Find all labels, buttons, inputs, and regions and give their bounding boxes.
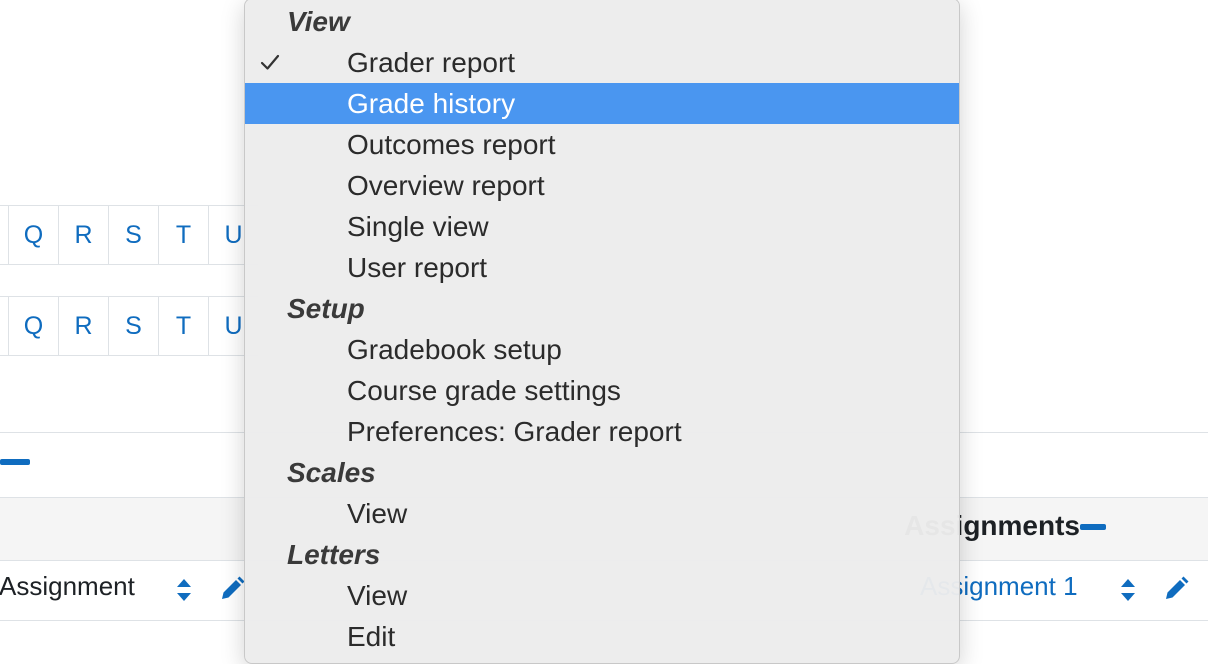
menu-item-label: Gradebook setup xyxy=(347,334,562,365)
menu-group-setup: Setup xyxy=(287,293,365,324)
initial-filter-s[interactable]: S xyxy=(108,297,158,355)
menu-item-label: Single view xyxy=(347,211,489,242)
menu-item-label: User report xyxy=(347,252,488,283)
menu-item-letters-view[interactable]: View xyxy=(245,575,959,616)
menu-item-label: Edit xyxy=(347,621,396,652)
sort-icon[interactable] xyxy=(1119,576,1137,604)
menu-item-single-view[interactable]: Single view xyxy=(245,206,959,247)
menu-item-user-report[interactable]: User report xyxy=(245,247,959,288)
menu-item-preferences-grader-report[interactable]: Preferences: Grader report xyxy=(245,411,959,452)
menu-item-label: Overview report xyxy=(347,170,545,201)
menu-group-view: View xyxy=(287,6,350,37)
menu-item-label: View xyxy=(347,580,408,611)
menu-item-scales-view[interactable]: View xyxy=(245,493,959,534)
category-collapse-toggle[interactable] xyxy=(1080,524,1106,530)
edit-pencil-icon[interactable] xyxy=(1162,575,1190,603)
grade-item-header-left[interactable]: : Assignment xyxy=(0,571,135,602)
menu-list: View Grader report Grade history Outcome… xyxy=(245,1,959,657)
menu-item-gradebook-setup[interactable]: Gradebook setup xyxy=(245,329,959,370)
initial-filter-t[interactable]: T xyxy=(158,206,208,264)
menu-item-label: Outcomes report xyxy=(347,129,556,160)
menu-item-overview-report[interactable]: Overview report xyxy=(245,165,959,206)
initial-filter-r[interactable]: R xyxy=(58,206,108,264)
initial-filter-q[interactable]: Q xyxy=(8,206,58,264)
menu-item-outcomes-report[interactable]: Outcomes report xyxy=(245,124,959,165)
menu-item-letters-edit[interactable]: Edit xyxy=(245,616,959,657)
menu-group-letters: Letters xyxy=(287,539,381,570)
menu-item-label: View xyxy=(347,498,408,529)
menu-item-label: Grade history xyxy=(347,88,516,119)
gradebook-navigation-menu[interactable]: View Grader report Grade history Outcome… xyxy=(244,0,960,664)
initials-cell-stub xyxy=(0,206,8,264)
menu-item-course-grade-settings[interactable]: Course grade settings xyxy=(245,370,959,411)
sort-icon[interactable] xyxy=(175,576,193,604)
last-name-initials-bar: Q R S T U xyxy=(0,296,258,356)
checkmark-icon xyxy=(260,54,280,70)
initial-filter-t[interactable]: T xyxy=(158,297,208,355)
initials-cell-stub xyxy=(0,297,8,355)
menu-item-grader-report[interactable]: Grader report xyxy=(245,42,959,83)
menu-item-label: Course grade settings xyxy=(347,375,621,406)
initial-filter-s[interactable]: S xyxy=(108,206,158,264)
menu-group-scales: Scales xyxy=(287,457,376,488)
first-name-initials-bar: Q R S T U xyxy=(0,205,258,265)
initial-filter-q[interactable]: Q xyxy=(8,297,58,355)
edit-pencil-icon[interactable] xyxy=(218,575,246,603)
menu-item-grade-history[interactable]: Grade history xyxy=(245,83,959,124)
menu-item-label: Grader report xyxy=(347,47,516,78)
initial-filter-r[interactable]: R xyxy=(58,297,108,355)
menu-item-label: Preferences: Grader report xyxy=(347,416,682,447)
collapse-toggle-left[interactable] xyxy=(0,459,30,465)
